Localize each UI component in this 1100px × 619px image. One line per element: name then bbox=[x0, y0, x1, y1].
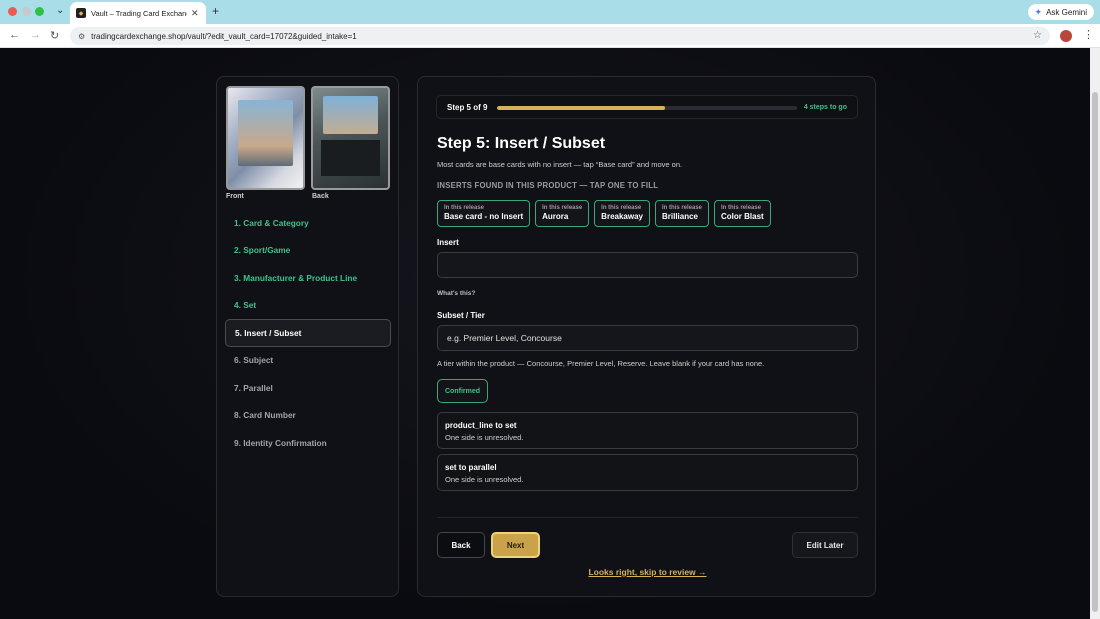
card-front-photo bbox=[238, 100, 293, 166]
actions-divider bbox=[437, 517, 858, 518]
window-close-button[interactable] bbox=[8, 7, 17, 16]
insert-chip-base-card[interactable]: In this release Base card - no Insert bbox=[437, 200, 531, 227]
chip-main-label: Breakaway bbox=[601, 212, 643, 221]
step-description: Most cards are base cards with no insert… bbox=[437, 160, 683, 169]
chip-sub-label: In this release bbox=[661, 205, 703, 211]
insert-chip-color-blast[interactable]: In this release Color Blast bbox=[714, 200, 771, 227]
step-item-card-number[interactable]: 8. Card Number bbox=[225, 402, 391, 430]
ask-gemini-label: Ask Gemini bbox=[1046, 7, 1087, 17]
subset-field-label: Subset / Tier bbox=[437, 311, 485, 320]
tab-list-chevron-icon[interactable]: ⌄ bbox=[56, 5, 64, 16]
step-item-identity-confirmation[interactable]: 9. Identity Confirmation bbox=[225, 429, 391, 457]
browser-address-bar: ← → ↻ ⚙ tradingcardexchange.shop/vault/?… bbox=[0, 24, 1100, 48]
chip-sub-label: In this release bbox=[601, 205, 642, 211]
chip-main-label: Color Blast bbox=[721, 212, 764, 221]
step-item-card-category[interactable]: 1. Card & Category bbox=[225, 209, 391, 237]
bookmark-star-icon[interactable]: ☆ bbox=[1033, 30, 1042, 41]
chip-main-label: Brilliance bbox=[661, 212, 698, 221]
progress-remaining: 4 steps to go bbox=[803, 104, 847, 111]
tab-close-icon[interactable]: ✕ bbox=[191, 8, 199, 19]
new-tab-icon[interactable]: + bbox=[212, 4, 219, 18]
whats-this-link[interactable]: What's this? bbox=[437, 290, 475, 297]
insert-chip-aurora[interactable]: In this release Aurora bbox=[535, 200, 590, 227]
card-back-photo bbox=[323, 96, 378, 134]
step-item-subject[interactable]: 6. Subject bbox=[225, 347, 391, 375]
chip-sub-label: In this release bbox=[721, 205, 762, 211]
skip-to-review-link[interactable]: Looks right, skip to review → bbox=[418, 567, 877, 577]
intake-sidebar: Front Back 1. Card & Category 2. Sport/G… bbox=[216, 76, 399, 597]
subset-help-text: A tier within the product — Concourse, P… bbox=[437, 359, 765, 368]
step-item-set[interactable]: 4. Set bbox=[225, 292, 391, 320]
insert-chip-row: In this release Base card - no Insert In… bbox=[437, 200, 771, 227]
browser-menu-icon[interactable]: ⋮ bbox=[1083, 28, 1094, 41]
confirmed-badge[interactable]: Confirmed bbox=[437, 379, 488, 403]
inserts-heading: INSERTS FOUND IN THIS PRODUCT — TAP ONE … bbox=[437, 181, 659, 190]
issue-description: One side is unresolved. bbox=[445, 433, 524, 442]
chip-main-label: Base card - no Insert bbox=[444, 212, 524, 221]
url-text: tradingcardexchange.shop/vault/?edit_vau… bbox=[91, 31, 357, 41]
url-omnibox[interactable]: ⚙ tradingcardexchange.shop/vault/?edit_v… bbox=[70, 27, 1050, 45]
issue-title: product_line to set bbox=[445, 421, 517, 430]
window-maximize-button[interactable] bbox=[35, 7, 44, 16]
browser-tab-active[interactable]: ◆ Vault – Trading Card Exchange ✕ bbox=[70, 2, 206, 24]
step-item-sport-game[interactable]: 2. Sport/Game bbox=[225, 237, 391, 265]
step-list: 1. Card & Category 2. Sport/Game 3. Manu… bbox=[225, 209, 391, 457]
card-back-image[interactable] bbox=[311, 86, 390, 190]
chip-main-label: Aurora bbox=[542, 212, 569, 221]
subset-tier-input[interactable] bbox=[437, 325, 858, 351]
back-label: Back bbox=[312, 193, 329, 200]
window-minimize-button[interactable] bbox=[22, 7, 31, 16]
profile-avatar[interactable] bbox=[1060, 30, 1072, 42]
back-button[interactable]: Back bbox=[437, 532, 485, 558]
site-favicon-icon: ◆ bbox=[76, 8, 86, 18]
gemini-sparkle-icon: ✦ bbox=[1034, 6, 1043, 17]
progress-fill bbox=[497, 106, 665, 110]
progress-track bbox=[497, 106, 797, 110]
step-item-insert-subset[interactable]: 5. Insert / Subset bbox=[225, 319, 391, 347]
insert-chip-brilliance[interactable]: In this release Brilliance bbox=[654, 200, 710, 227]
browser-tab-bar: ⌄ ◆ Vault – Trading Card Exchange ✕ + ✦ … bbox=[0, 0, 1100, 24]
step-item-manufacturer[interactable]: 3. Manufacturer & Product Line bbox=[225, 264, 391, 292]
unresolved-issue-card: product_line to set One side is unresolv… bbox=[437, 412, 858, 449]
page-scrollbar[interactable] bbox=[1090, 48, 1100, 619]
unresolved-issue-card: set to parallel One side is unresolved. bbox=[437, 454, 858, 491]
forward-arrow-icon[interactable]: → bbox=[30, 29, 41, 41]
insert-chip-breakaway[interactable]: In this release Breakaway bbox=[594, 200, 650, 227]
step-title: Step 5: Insert / Subset bbox=[437, 135, 606, 152]
front-label: Front bbox=[226, 193, 244, 200]
progress-label: Step 5 of 9 bbox=[447, 103, 488, 112]
site-info-icon[interactable]: ⚙ bbox=[78, 32, 85, 41]
reload-icon[interactable]: ↻ bbox=[50, 29, 59, 42]
insert-input[interactable] bbox=[437, 252, 858, 278]
scrollbar-thumb[interactable] bbox=[1092, 92, 1098, 612]
edit-later-button[interactable]: Edit Later bbox=[792, 532, 858, 558]
issue-description: One side is unresolved. bbox=[445, 475, 524, 484]
card-front-image[interactable] bbox=[226, 86, 305, 190]
intake-main-panel: Step 5 of 9 4 steps to go Step 5: Insert… bbox=[417, 76, 876, 597]
chip-sub-label: In this release bbox=[542, 205, 583, 211]
tab-title: Vault – Trading Card Exchange bbox=[91, 8, 187, 18]
back-arrow-icon[interactable]: ← bbox=[9, 29, 20, 41]
progress-box: Step 5 of 9 4 steps to go bbox=[436, 95, 858, 119]
chip-sub-label: In this release bbox=[444, 205, 485, 211]
card-back-text-block bbox=[321, 140, 380, 176]
step-item-parallel[interactable]: 7. Parallel bbox=[225, 374, 391, 402]
ask-gemini-button[interactable]: ✦ Ask Gemini bbox=[1027, 4, 1094, 20]
issue-title: set to parallel bbox=[445, 463, 497, 472]
insert-field-label: Insert bbox=[437, 238, 459, 247]
next-button[interactable]: Next bbox=[491, 532, 540, 558]
page-background: Front Back 1. Card & Category 2. Sport/G… bbox=[0, 48, 1090, 619]
